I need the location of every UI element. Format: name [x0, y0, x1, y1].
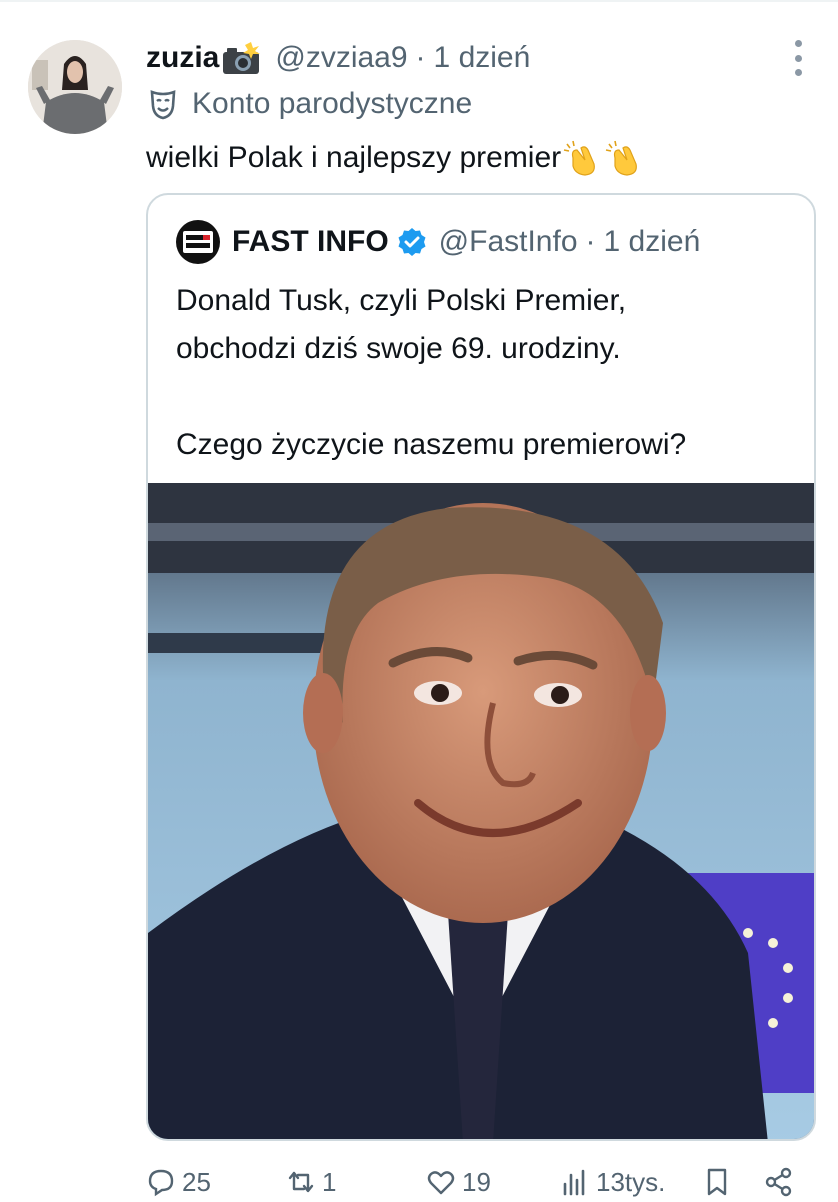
reply-count: 25: [182, 1166, 211, 1197]
quoted-text-line: Czego życzycie naszemu premierowi?: [176, 428, 687, 461]
quoted-text-line: obchodzi dziś swoje 69. urodziny.: [176, 332, 621, 365]
action-bar: 25 1 19 13tys.: [146, 1162, 826, 1202]
portrait-photo: [148, 483, 814, 1139]
avatar[interactable]: [28, 40, 122, 134]
parody-label: Konto parodystyczne: [146, 84, 472, 124]
bookmark-icon: [707, 1168, 727, 1196]
display-name[interactable]: zuzia: [146, 41, 219, 75]
quoted-photo[interactable]: [148, 483, 814, 1139]
verified-badge-icon: [398, 228, 426, 256]
separator-dot: ·: [415, 41, 426, 74]
avatar-photo: [28, 40, 122, 134]
views-count: 13tys.: [596, 1166, 666, 1197]
quoted-display-name[interactable]: FAST INFO: [232, 225, 389, 259]
heart-icon: [427, 1171, 455, 1195]
parody-mask-icon: [150, 90, 176, 120]
like-count: 19: [462, 1166, 491, 1197]
clapping-hands-emoji: [605, 140, 638, 176]
top-divider: [0, 0, 838, 20]
post-header: zuzia @zvziaa9 · 1 dzień: [146, 38, 530, 78]
quoted-avatar[interactable]: [176, 220, 220, 264]
fast-info-logo-icon: [183, 231, 213, 253]
share-button[interactable]: [764, 1162, 800, 1202]
repost-count: 1: [322, 1166, 337, 1197]
parody-label-text: Konto parodystyczne: [192, 87, 473, 120]
user-handle[interactable]: @zvziaa9: [275, 41, 407, 75]
repost-button[interactable]: 1: [286, 1162, 336, 1202]
like-button[interactable]: 19: [426, 1162, 491, 1202]
separator-dot: ·: [585, 225, 596, 258]
share-icon: [765, 1167, 792, 1197]
more-icon[interactable]: [788, 40, 808, 76]
quoted-text: Donald Tusk, czyli Polski Premier, obcho…: [176, 277, 796, 469]
post-text: wielki Polak i najlepszy premier: [146, 136, 645, 180]
quoted-time[interactable]: 1 dzień: [604, 225, 701, 259]
post-time[interactable]: 1 dzień: [434, 41, 531, 75]
quoted-post-header: FAST INFO @FastInfo · 1 dzień: [176, 219, 700, 265]
quoted-text-line: Donald Tusk, czyli Polski Premier,: [176, 284, 627, 317]
quoted-handle[interactable]: @FastInfo: [439, 225, 578, 259]
repost-icon: [288, 1171, 314, 1193]
quoted-post[interactable]: FAST INFO @FastInfo · 1 dzień Donald Tus…: [146, 193, 816, 1141]
camera-flash-emoji: [221, 40, 261, 76]
reply-button[interactable]: 25: [146, 1162, 211, 1202]
views-button[interactable]: 13tys.: [560, 1162, 665, 1202]
post-text-content: wielki Polak i najlepszy premier: [146, 141, 562, 174]
reply-icon: [148, 1169, 174, 1197]
clapping-hands-emoji: [563, 140, 596, 176]
views-icon: [563, 1169, 585, 1196]
bookmark-button[interactable]: [702, 1162, 738, 1202]
